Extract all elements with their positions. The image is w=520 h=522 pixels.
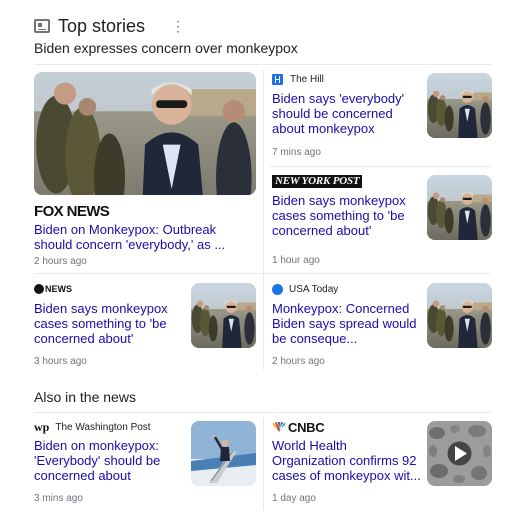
story-time: 7 mins ago [272, 147, 321, 158]
story-thumbnail [427, 73, 492, 138]
biden-photo-image [427, 73, 492, 138]
biden-plane-stairs-image [191, 421, 256, 486]
source-logo-abc-news: NEWS [34, 284, 72, 295]
story-card-abc-news[interactable]: NEWS Biden says monkeypox cases somethin… [34, 282, 256, 368]
source-row: FOX NEWS [34, 203, 110, 221]
story-thumbnail [427, 175, 492, 240]
story-headline[interactable]: Monkeypox: Concerned Biden says spread w… [272, 301, 422, 346]
story-time: 3 mins ago [34, 493, 83, 504]
also-in-the-news-heading: Also in the news [34, 389, 136, 405]
source-name: USA Today [289, 283, 339, 295]
story-headline[interactable]: Biden says monkeypox cases something to … [272, 193, 407, 238]
divider [34, 273, 492, 274]
source-logo-cnbc: CNBC [288, 419, 325, 435]
divider [34, 64, 492, 65]
story-headline[interactable]: Biden on Monkeypox: Outbreak should conc… [34, 222, 256, 252]
story-thumbnail [427, 283, 492, 348]
divider [263, 418, 264, 510]
story-time: 1 hour ago [272, 255, 320, 266]
story-thumbnail [191, 421, 256, 486]
usa-today-logo-icon [272, 283, 283, 295]
divider [270, 166, 492, 167]
story-headline[interactable]: Biden says monkeypox cases something to … [34, 301, 169, 346]
story-cluster-heading: Biden expresses concern over monkeypox [34, 40, 298, 56]
story-time: 1 day ago [272, 493, 316, 504]
divider [263, 70, 264, 370]
section-title: Top stories [58, 15, 146, 36]
story-thumbnail [427, 421, 492, 486]
story-card-cnbc[interactable]: CNBC World Health Organization confirms … [272, 420, 492, 508]
washington-post-logo-icon: wp [34, 419, 50, 434]
biden-photo-image [427, 175, 492, 240]
source-name: The Hill [290, 73, 324, 85]
story-card-fox-news[interactable]: FOX NEWS Biden on Monkeypox: Outbreak sh… [34, 72, 256, 267]
divider [34, 412, 492, 413]
cnbc-peacock-logo-icon [272, 422, 286, 432]
story-thumbnail [191, 283, 256, 348]
play-video-icon[interactable] [427, 421, 492, 486]
news-icon [34, 19, 50, 33]
story-time: 3 hours ago [34, 356, 87, 367]
story-headline[interactable]: Biden says 'everybody' should be concern… [272, 91, 407, 136]
the-hill-logo-icon [272, 73, 283, 85]
biden-photo-image [427, 283, 492, 348]
source-name: The Washington Post [55, 421, 151, 433]
story-headline[interactable]: World Health Organization confirms 92 ca… [272, 438, 422, 483]
biden-photo-image [191, 283, 256, 348]
story-thumbnail [34, 72, 256, 195]
story-time: 2 hours ago [34, 256, 87, 267]
source-logo-fox-news: FOX NEWS [34, 203, 110, 220]
story-card-usa-today[interactable]: USA Today Monkeypox: Concerned Biden say… [272, 282, 492, 368]
abc-logo-icon [34, 284, 44, 295]
story-card-washington-post[interactable]: wp The Washington Post Biden on monkeypo… [34, 420, 256, 508]
biden-photo-image [34, 72, 256, 195]
more-options-icon[interactable]: ⋮ [171, 19, 185, 33]
story-time: 2 hours ago [272, 356, 325, 367]
story-headline[interactable]: Biden on monkeypox: 'Everybody' should b… [34, 438, 174, 483]
story-card-new-york-post[interactable]: NEW YORK POST Biden says monkeypox cases… [272, 174, 492, 266]
top-stories-header: Top stories ⋮ [34, 14, 185, 38]
source-logo-new-york-post: NEW YORK POST [272, 174, 363, 188]
story-card-the-hill[interactable]: The Hill Biden says 'everybody' should b… [272, 72, 492, 160]
